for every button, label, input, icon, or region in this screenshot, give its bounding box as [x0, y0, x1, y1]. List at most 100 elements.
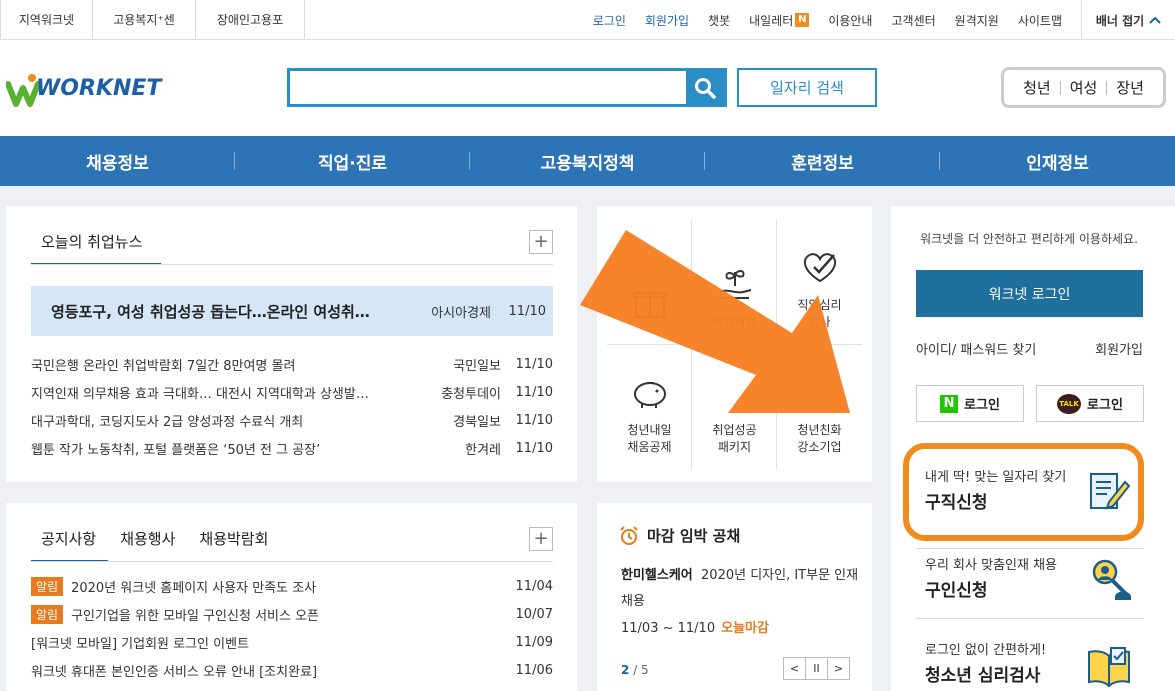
nav-training-info[interactable]: 훈련정보	[705, 136, 940, 186]
news-date: 11/10	[515, 384, 553, 400]
link-guide[interactable]: 이용안내	[828, 12, 872, 29]
link-signup[interactable]: 회원가입	[645, 12, 689, 29]
list-item[interactable]: 국민은행 온라인 취업박람회 7일간 8만여명 몰려 국민일보 11/10	[31, 350, 553, 378]
nav-career[interactable]: 직업·진로	[235, 136, 470, 186]
notices-more-button[interactable]: +	[529, 527, 553, 551]
notice-date: 11/04	[515, 578, 553, 594]
target-group-tabs: 청년 여성 장년	[1001, 67, 1166, 108]
deadline-job-item[interactable]: 한미헬스케어 2020년 디자인, IT부문 인재 채용	[621, 563, 861, 615]
logo-text: WORKNET	[36, 76, 162, 101]
utility-links: 로그인 회원가입 챗봇 내일레터 N 이용안내 고객센터 원격지원 사이트맵 배너…	[593, 0, 1175, 40]
search-input[interactable]	[290, 71, 686, 104]
signup-link[interactable]: 회원가입	[1095, 339, 1143, 358]
tab-events[interactable]: 채용행사	[108, 525, 187, 562]
alarm-clock-icon	[620, 525, 638, 545]
link-customer-center[interactable]: 고객센터	[891, 12, 935, 29]
worknet-login-button[interactable]: 워크넷 로그인	[916, 270, 1143, 317]
headline-news[interactable]: 영등포구, 여성 취업성공 돕는다…온라인 여성취… 아시아경제 11/10	[31, 286, 553, 336]
link-sitemap[interactable]: 사이트맵	[1018, 12, 1062, 29]
tab-seniors[interactable]: 장년	[1107, 77, 1153, 98]
gift-icon	[632, 292, 667, 318]
service-item-youth-friendly-company[interactable]: 청년친화 강소기업	[777, 345, 862, 470]
naver-login-button[interactable]: N 로그인	[916, 385, 1024, 422]
building-icon	[798, 372, 842, 412]
list-item[interactable]: [워크넷 모바일] 기업회원 로그인 이벤트 11/09	[31, 628, 553, 656]
deadline-period: 11/03 ~ 11/10 오늘마감	[621, 617, 769, 636]
headline-title: 영등포구, 여성 취업성공 돕는다…온라인 여성취…	[51, 302, 370, 321]
service-item-youth-savings[interactable]: 청년내일 채움공제	[607, 345, 692, 470]
divider	[31, 264, 553, 265]
list-item[interactable]: 알림 2020년 워크넷 홈페이지 사용자 만족도 조사 11/04	[31, 572, 553, 600]
link-login[interactable]: 로그인	[593, 12, 626, 29]
news-title: 대구과학대, 코딩지도사 2급 양성과정 수료식 개최	[31, 414, 304, 430]
today-deadline-badge: 오늘마감	[721, 621, 769, 636]
service-label: 취업성공 패키지	[712, 423, 757, 454]
tab-women[interactable]: 여성	[1061, 77, 1107, 98]
tab-notices[interactable]: 공지사항	[31, 525, 109, 562]
site-header: WORKNET 일자리 검색 청년 여성 장년	[0, 40, 1175, 136]
notice-date: 10/07	[515, 606, 553, 622]
list-item[interactable]: 워크넷 휴대폰 본인인증 서비스 오류 안내 [조치완료] 11/06	[31, 656, 553, 684]
headline-date: 11/10	[508, 303, 546, 319]
link-newsletter[interactable]: 내일레터 N	[749, 12, 810, 29]
top-utility-bar: 지역워크넷 고용복지⁺센터 장애인고용포털 로그인 회원가입 챗봇 내일레터N …	[0, 0, 1175, 67]
family-site-links: 지역워크넷 고용복지⁺센터 장애인고용포털	[0, 0, 305, 67]
news-more-button[interactable]: +	[529, 230, 553, 254]
news-title: 지역인재 의무채용 효과 극대화… 대전시 지역대학과 상생발…	[31, 386, 369, 402]
job-search-button[interactable]: 일자리 검색	[737, 68, 877, 107]
list-item[interactable]: 웹툰 작가 노동착취, 포털 플랫폼은 ‘50년 전 그 공장’ 한겨레 11/10	[31, 434, 553, 462]
find-id-password-link[interactable]: 아이디/ 패스워드 찾기	[916, 339, 1036, 358]
notices-panel: 공지사항 채용행사 채용박람회 + 알림 2020년 워크넷 홈페이지 사용자 만…	[6, 503, 577, 691]
list-item[interactable]: 지역인재 의무채용 효과 극대화… 대전시 지역대학과 상생발… 충청투데이 11/…	[31, 378, 553, 406]
news-title: 국민은행 온라인 취업박람회 7일간 8만여명 몰려	[31, 358, 296, 374]
link-employment-welfare-center[interactable]: 고용복지⁺센터	[93, 0, 196, 67]
news-date: 11/10	[515, 356, 553, 372]
news-list: 국민은행 온라인 취업박람회 7일간 8만여명 몰려 국민일보 11/10 지역인재…	[31, 350, 553, 462]
worknet-logo[interactable]: WORKNET	[6, 70, 162, 110]
period-text: 11/03 ~ 11/10	[621, 621, 716, 636]
services-grid: 직업역량 직업심리 검사 청년내일 채움공제 취업성공 패키지 청년친화 강소기…	[607, 220, 862, 470]
banner-collapse-button[interactable]: 배너 접기	[1081, 0, 1175, 40]
deadline-title: 마감 임박 공채	[619, 525, 740, 546]
naver-icon: N	[940, 394, 959, 413]
newsletter-label: 내일레터	[749, 13, 794, 28]
youth-psych-test[interactable]: 로그인 없이 간편하게! 청소년 심리검사	[903, 618, 1141, 691]
tab-youth[interactable]: 청년	[1014, 77, 1060, 98]
news-title: 웹툰 작가 노동착취, 포털 플랫폼은 ‘50년 전 그 공장’	[31, 442, 321, 458]
kakao-login-button[interactable]: TALK 로그인	[1036, 385, 1144, 422]
nav-talent-info[interactable]: 인재정보	[940, 136, 1175, 186]
list-item[interactable]: 대구과학대, 코딩지도사 2급 양성과정 수료식 개최 경북일보 11/10	[31, 406, 553, 434]
service-item-psych-test[interactable]: 직업심리 검사	[777, 220, 862, 345]
search-button[interactable]	[686, 71, 724, 104]
package-icon	[713, 372, 757, 412]
news-source: 경북일보	[453, 414, 501, 430]
next-button[interactable]: >	[827, 657, 850, 680]
deadline-title-text: 마감 임박 공채	[647, 527, 741, 545]
service-item-competency[interactable]: 직업역량	[692, 220, 777, 345]
nav-welfare-policy[interactable]: 고용복지정책	[470, 136, 705, 186]
notice-date: 11/06	[515, 662, 553, 678]
page-current: 2	[621, 663, 630, 677]
pause-button[interactable]: II	[805, 657, 828, 680]
person-search-icon	[1092, 559, 1131, 600]
main-navigation: 채용정보 직업·진로 고용복지정책 훈련정보 인재정보	[0, 136, 1175, 186]
link-remote-support[interactable]: 원격지원	[955, 12, 999, 29]
highlight-callout	[903, 443, 1144, 541]
job-news-panel: 오늘의 취업뉴스 + 영등포구, 여성 취업성공 돕는다…온라인 여성취… 아시…	[6, 206, 577, 482]
tab-job-fairs[interactable]: 채용박람회	[187, 525, 280, 562]
prev-button[interactable]: <	[783, 657, 806, 680]
plant-hand-icon	[718, 269, 751, 299]
naver-login-label: 로그인	[964, 398, 1000, 413]
service-item-success-package[interactable]: 취업성공 패키지	[692, 345, 777, 470]
notice-title: 워크넷 휴대폰 본인인증 서비스 오류 안내 [조치완료]	[31, 664, 318, 680]
list-item[interactable]: 알림 구인기업을 위한 모바일 구인신청 서비스 오픈 10/07	[31, 600, 553, 628]
quick-subtitle: 우리 회사 맞춤인재 채용	[925, 558, 1057, 573]
service-item-gift[interactable]	[607, 220, 692, 345]
nav-recruitment-info[interactable]: 채용정보	[0, 136, 235, 186]
employer-application[interactable]: 우리 회사 맞춤인재 채용 구인신청	[903, 536, 1141, 628]
link-disabled-employment-portal[interactable]: 장애인고용포털	[196, 0, 305, 67]
link-chatbot[interactable]: 챗봇	[708, 12, 730, 29]
link-local-worknet[interactable]: 지역워크넷	[0, 0, 93, 40]
news-panel-title[interactable]: 오늘의 취업뉴스	[31, 228, 161, 265]
kakao-talk-icon: TALK	[1057, 393, 1082, 414]
